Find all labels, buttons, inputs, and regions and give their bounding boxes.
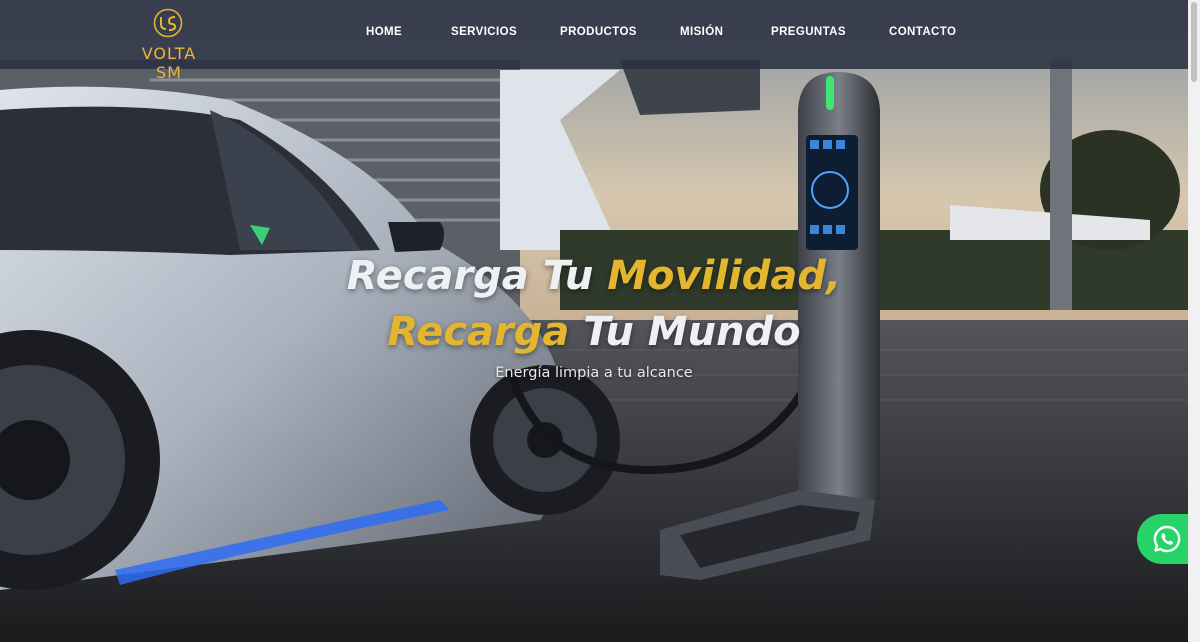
top-navbar: VOLTA SM HOME SERVICIOS PRODUCTOS MISIÓN… xyxy=(0,0,1188,82)
nav-item-productos[interactable]: PRODUCTOS xyxy=(560,26,637,38)
headline-part-1: Recarga Tu xyxy=(346,253,608,299)
nav-item-servicios[interactable]: SERVICIOS xyxy=(451,26,517,38)
main-nav: HOME SERVICIOS PRODUCTOS MISIÓN PREGUNTA… xyxy=(0,26,1188,42)
nav-item-preguntas[interactable]: PREGUNTAS xyxy=(771,26,846,38)
scrollbar-thumb[interactable] xyxy=(1191,2,1197,82)
page-scrollbar[interactable] xyxy=(1188,0,1200,642)
headline-line-1: Recarga Tu Movilidad, xyxy=(0,248,1188,304)
brand-name: VOLTA SM xyxy=(141,44,197,82)
nav-item-mision[interactable]: MISIÓN xyxy=(680,26,723,38)
hero-headline: Recarga Tu Movilidad, Recarga Tu Mundo xyxy=(0,248,1188,360)
headline-highlight-1: Movilidad, xyxy=(607,253,842,299)
nav-item-home[interactable]: HOME xyxy=(366,26,402,38)
headline-line-2: Recarga Tu Mundo xyxy=(0,304,1188,360)
headline-highlight-2: Recarga xyxy=(387,309,570,355)
hero-subtitle: Energía limpia a tu alcance xyxy=(495,365,693,381)
hero-section: VOLTA SM HOME SERVICIOS PRODUCTOS MISIÓN… xyxy=(0,0,1188,642)
headline-part-4: Tu Mundo xyxy=(569,309,801,355)
whatsapp-icon xyxy=(1153,525,1181,553)
nav-item-contacto[interactable]: CONTACTO xyxy=(889,26,956,38)
